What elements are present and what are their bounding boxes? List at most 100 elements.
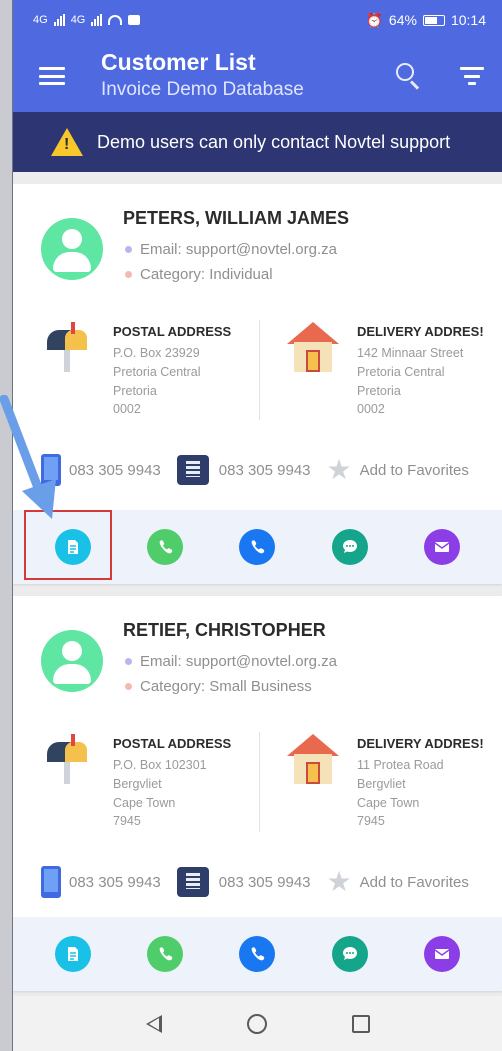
postal-line: Pretoria [113, 384, 157, 398]
postal-address-label: POSTAL ADDRESS [113, 736, 232, 751]
customer-category: Category: Individual [125, 266, 273, 283]
battery-icon [422, 14, 445, 26]
search-icon[interactable] [394, 63, 420, 90]
customer-name: PETERS, WILLIAM JAMES [123, 208, 350, 228]
postal-line: Cape Town [113, 796, 176, 810]
app-bar-titles: Customer List Invoice Demo Database [101, 49, 394, 103]
status-right: ⏰ 64% 10:14 [365, 12, 486, 29]
delivery-line: 7945 [357, 814, 385, 828]
back-icon[interactable] [145, 1014, 162, 1033]
signal-2-label: 4G [70, 14, 86, 26]
status-left: 4G 4G [33, 14, 141, 26]
phone-icon [252, 947, 265, 961]
document-icon [68, 947, 79, 961]
phone-call-icon [159, 540, 173, 554]
postal-address: POSTAL ADDRESS P.O. Box 23929 Pretoria C… [43, 320, 243, 430]
contact-numbers: 083 305 9943 083 305 9943 ★ Add to Favor… [41, 452, 494, 488]
banner-text: Demo users can only contact Novtel suppo… [97, 131, 451, 152]
postal-line: Pretoria Central [113, 365, 201, 379]
delivery-address: DELIVERY ADDRES! 142 Minnaar Street Pret… [287, 320, 487, 430]
postal-address: POSTAL ADDRESS P.O. Box 102301 Bergvliet… [43, 732, 243, 842]
delivery-line: 11 Protea Road [357, 758, 444, 772]
email-button[interactable] [423, 529, 460, 565]
customer-list: PETERS, WILLIAM JAMES Email: support@nov… [13, 184, 502, 1003]
add-to-favorites[interactable]: Add to Favorites [360, 462, 469, 479]
customer-card[interactable]: RETIEF, CHRISTOPHER Email: support@novte… [13, 596, 502, 991]
add-to-favorites[interactable]: Add to Favorites [360, 874, 469, 891]
delivery-address-label: DELIVERY ADDRES! [357, 736, 484, 751]
signal-1-icon [53, 14, 65, 26]
landline-number[interactable]: 083 305 9943 [219, 874, 311, 891]
avatar [41, 218, 103, 280]
status-bar: 4G 4G ⏰ 64% 10:14 [13, 0, 502, 40]
warning-icon: ! [51, 128, 83, 156]
customer-email: Email: support@novtel.org.za [125, 653, 337, 670]
app-bar: Customer List Invoice Demo Database [13, 40, 502, 112]
email-text: Email: support@novtel.org.za [140, 241, 337, 258]
contact-numbers: 083 305 9943 083 305 9943 ★ Add to Favor… [41, 864, 494, 900]
landline-phone-icon [176, 867, 209, 897]
mobile-phone-icon [41, 866, 61, 898]
house-icon [287, 322, 339, 372]
call-button[interactable] [147, 936, 184, 972]
postal-address-label: POSTAL ADDRESS [113, 324, 232, 339]
landline-number[interactable]: 083 305 9943 [219, 462, 311, 479]
customer-category: Category: Small Business [125, 678, 312, 695]
envelope-icon [434, 542, 450, 552]
phone-button[interactable] [239, 936, 276, 972]
demo-warning-banner: ! Demo users can only contact Novtel sup… [13, 112, 502, 172]
customer-email: Email: support@novtel.org.za [125, 241, 337, 258]
alarm-icon: ⏰ [365, 11, 383, 28]
card-actions [13, 917, 502, 991]
battery-level: 64% [388, 12, 417, 28]
wifi-icon [108, 15, 123, 25]
system-nav-bar [13, 996, 502, 1051]
house-icon [287, 734, 339, 784]
home-icon[interactable] [246, 1013, 267, 1034]
category-text: Category: Individual [140, 266, 273, 283]
mailbox-icon [43, 322, 93, 372]
signal-1-label: 4G [33, 14, 48, 26]
filter-icon[interactable] [460, 67, 484, 85]
signal-2-icon [91, 14, 103, 26]
message-button[interactable] [331, 936, 368, 972]
postal-line: Bergvliet [113, 777, 162, 791]
delivery-line: Pretoria [357, 384, 401, 398]
delivery-address-label: DELIVERY ADDRES! [357, 324, 484, 339]
envelope-icon [434, 949, 450, 959]
mobile-number[interactable]: 083 305 9943 [69, 874, 161, 891]
phone-icon [252, 540, 265, 554]
category-text: Category: Small Business [140, 678, 312, 695]
menu-icon[interactable] [39, 67, 65, 85]
delivery-line: 142 Minnaar Street [357, 346, 464, 360]
address-divider [259, 732, 260, 832]
phone-button[interactable] [239, 529, 276, 565]
call-button[interactable] [147, 529, 184, 565]
delivery-line: Cape Town [357, 796, 420, 810]
delivery-address: DELIVERY ADDRES! 11 Protea Road Bergvlie… [287, 732, 487, 842]
address-divider [259, 320, 260, 420]
avatar [41, 630, 103, 692]
customer-name: RETIEF, CHRISTOPHER [123, 620, 326, 640]
chat-bubble-icon [342, 947, 357, 960]
invoice-document-button[interactable] [55, 936, 92, 972]
page-subtitle: Invoice Demo Database [101, 79, 304, 100]
mobile-number[interactable]: 083 305 9943 [69, 462, 161, 479]
mailbox-icon [43, 734, 93, 784]
delivery-line: Pretoria Central [357, 365, 445, 379]
postal-line: 7945 [113, 814, 141, 828]
recent-apps-icon[interactable] [351, 1014, 370, 1033]
email-button[interactable] [423, 936, 460, 972]
delivery-line: Bergvliet [357, 777, 406, 791]
postal-line: 0002 [113, 402, 141, 416]
notification-app-icon [128, 15, 141, 25]
postal-line: P.O. Box 102301 [113, 758, 207, 772]
page-title: Customer List [101, 49, 256, 75]
star-icon[interactable]: ★ [327, 456, 352, 484]
message-button[interactable] [331, 529, 368, 565]
postal-line: P.O. Box 23929 [113, 346, 200, 360]
phone-call-icon [159, 947, 173, 961]
star-icon[interactable]: ★ [327, 868, 352, 896]
email-text: Email: support@novtel.org.za [140, 653, 337, 670]
status-time: 10:14 [450, 12, 486, 28]
